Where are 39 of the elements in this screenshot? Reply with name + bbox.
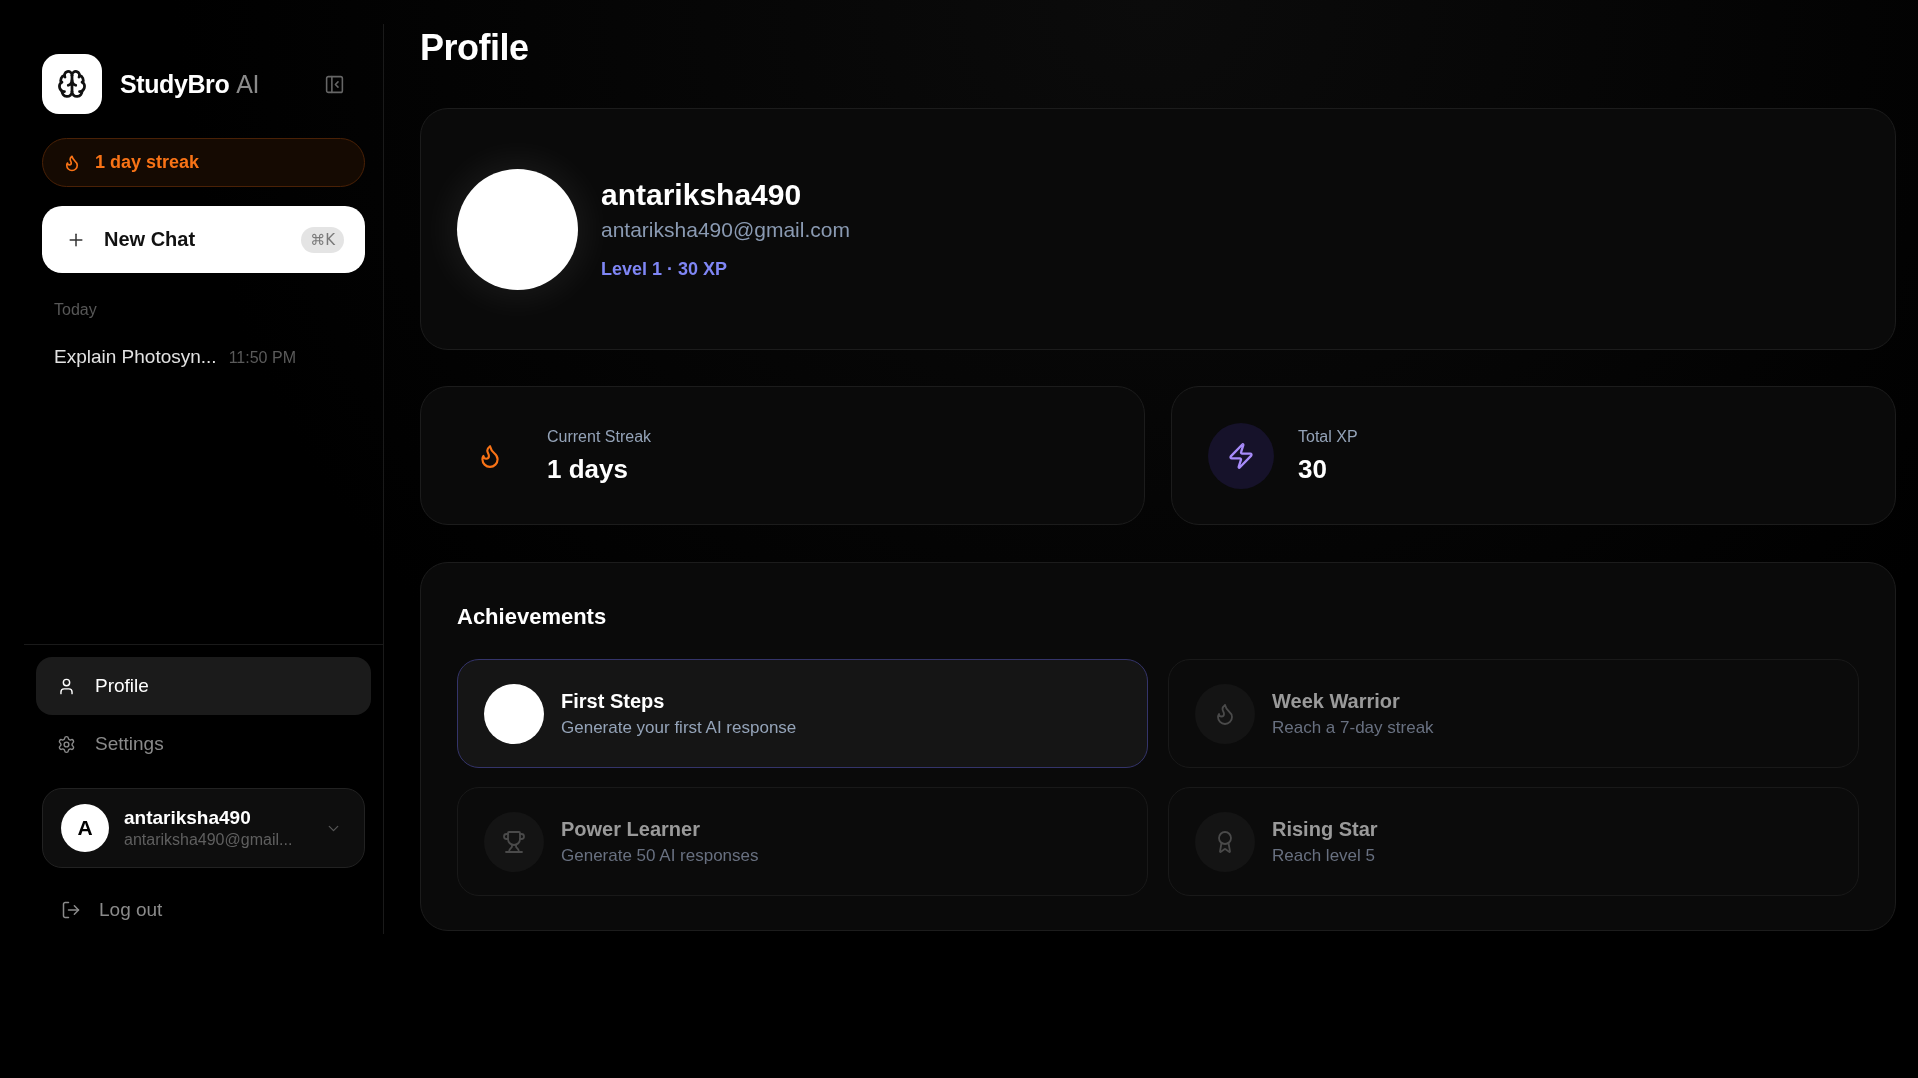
account-card[interactable]: A antariksha490 antariksha490@gmail...: [42, 788, 365, 868]
sidebar-toggle-button[interactable]: [324, 73, 345, 95]
account-name: antariksha490: [124, 807, 252, 829]
nav-item[interactable]: Profile: [36, 657, 371, 715]
streak-text: 1 day streak: [95, 152, 200, 173]
section-label: Today: [53, 301, 98, 319]
new-chat-button[interactable]: New Chat ⌘K: [42, 206, 365, 273]
page-title: Profile: [420, 26, 530, 70]
brand-suffix: AI: [236, 69, 260, 99]
achievement-title: Rising Star: [1272, 816, 1378, 841]
achievement-description: Reach level 5: [1272, 844, 1376, 867]
achievement-description: Generate your first AI response: [561, 716, 797, 739]
stat-value: 1 days: [547, 452, 629, 485]
chat-title[interactable]: Explain Photosyn...: [54, 346, 217, 368]
profile-name: antariksha490: [601, 177, 803, 213]
achievement-title: First Steps: [561, 688, 666, 713]
achievement-title: Power Learner: [561, 816, 701, 841]
user-icon: [57, 676, 76, 696]
brain-logo-icon: [42, 54, 102, 114]
logout-button[interactable]: Log out: [42, 886, 169, 934]
brand-name: StudyBro: [120, 69, 230, 99]
profile-email: antariksha490@gmail.com: [601, 217, 850, 243]
avatar-initial: A: [61, 804, 109, 852]
section-title: Achievements: [457, 603, 608, 631]
nav-item[interactable]: Settings: [36, 715, 371, 773]
achievement-description: Reach a 7-day streak: [1272, 716, 1434, 739]
stat-label: Current Streak: [547, 426, 652, 447]
flame-icon: [63, 153, 81, 172]
achievement-description: Generate 50 AI responses: [561, 844, 759, 867]
stat-value: 30: [1298, 452, 1328, 485]
stat-label: Total XP: [1298, 426, 1358, 447]
logout-icon: [61, 900, 81, 920]
chat-time: 11:50 PM: [228, 349, 296, 367]
profile-level: Level 1 · 30 XP: [601, 258, 729, 281]
account-email: antariksha490@gmail...: [124, 831, 294, 849]
settings-icon: [57, 734, 76, 754]
panel-icon: [324, 73, 345, 95]
achievement-title: Week Warrior: [1272, 688, 1401, 713]
shortcut-key: ⌘K: [301, 226, 344, 253]
